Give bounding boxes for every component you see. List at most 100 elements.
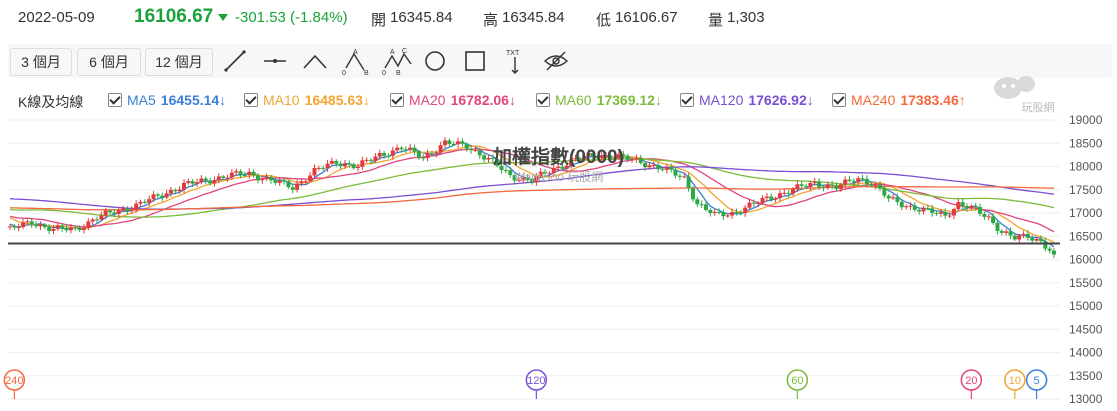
- candle-body: [947, 215, 952, 217]
- candle-body: [182, 182, 186, 190]
- candle-body: [447, 140, 452, 145]
- candle-body: [477, 150, 482, 156]
- candle-body: [917, 209, 922, 212]
- legend-ma20[interactable]: MA20 16782.06↓: [390, 92, 516, 108]
- candle-body: [438, 145, 443, 153]
- horizontal-line-tool-icon[interactable]: [262, 48, 288, 74]
- candle-body: [1052, 250, 1056, 255]
- candle-body: [195, 182, 200, 184]
- candle-body: [782, 192, 787, 194]
- text-tool-icon[interactable]: TXT: [502, 48, 528, 74]
- candle-body: [1025, 233, 1030, 238]
- candle-body: [590, 153, 595, 157]
- period-3m-button[interactable]: 3 個月: [10, 48, 72, 76]
- candle-body: [464, 143, 469, 149]
- candle-body: [995, 222, 1000, 231]
- period-12m-button[interactable]: 12 個月: [145, 48, 213, 76]
- checkbox-icon[interactable]: [536, 93, 550, 107]
- checkbox-icon[interactable]: [244, 93, 258, 107]
- candle-body: [303, 181, 308, 183]
- candle-body: [830, 184, 835, 186]
- circle-tool-icon[interactable]: [422, 48, 448, 74]
- legend-ma5[interactable]: MA5 16455.14↓: [108, 92, 226, 108]
- candle-body: [525, 177, 530, 180]
- legend-ma120[interactable]: MA120 17626.92↓: [680, 92, 814, 108]
- legend-ma60[interactable]: MA60 17369.12↓: [536, 92, 662, 108]
- candle-body: [234, 171, 239, 173]
- candle-body: [586, 153, 591, 156]
- candle-body: [660, 169, 665, 171]
- candle-body: [247, 171, 252, 176]
- candle-body: [138, 201, 143, 204]
- candle-body: [103, 210, 108, 216]
- svg-text:A: A: [390, 49, 395, 56]
- candle-body: [269, 176, 273, 181]
- candle-body: [638, 158, 643, 163]
- candle-body: [73, 227, 78, 229]
- candle-body: [817, 181, 822, 187]
- candle-body: [460, 141, 465, 144]
- candle-body: [695, 199, 700, 205]
- candle-body: [360, 160, 365, 167]
- volume-label: 量: [708, 12, 724, 29]
- candle-body: [573, 158, 578, 160]
- ma-marker-label: 240: [5, 375, 23, 387]
- candle-body: [1038, 238, 1043, 242]
- candle-body: [408, 147, 413, 150]
- checkbox-icon[interactable]: [832, 93, 846, 107]
- candle-body: [142, 201, 147, 203]
- candle-body: [986, 216, 991, 218]
- quote-date: 2022-05-09: [18, 9, 95, 26]
- high-label: 高: [483, 12, 499, 29]
- legend-ma240[interactable]: MA240 17383.46↑: [832, 92, 966, 108]
- candlestick-chart[interactable]: 19000 18500 18000 17500 17000 16500 16000 15500…: [0, 112, 1117, 411]
- checkbox-icon[interactable]: [680, 93, 694, 107]
- line-tool-icon[interactable]: [222, 48, 248, 74]
- legend-ma10[interactable]: MA10 16485.63↓: [244, 92, 370, 108]
- hide-icon[interactable]: [542, 48, 569, 74]
- candle-body: [86, 221, 91, 228]
- candle-body: [690, 188, 695, 200]
- candle-body: [656, 164, 661, 170]
- candle-body: [878, 184, 882, 189]
- y-tick-label: 13500: [1069, 369, 1103, 383]
- low-label: 低: [596, 12, 612, 29]
- checkbox-icon[interactable]: [390, 93, 404, 107]
- abc-pattern-tool-icon[interactable]: A B 0: [342, 48, 369, 77]
- open-value: 16345.84: [390, 9, 453, 26]
- rectangle-tool-icon[interactable]: [462, 48, 488, 74]
- candle-body: [42, 224, 47, 228]
- angle-tool-icon[interactable]: [302, 48, 328, 74]
- candle-body: [395, 147, 400, 151]
- candle-body: [912, 205, 917, 210]
- candle-body: [147, 199, 152, 203]
- candle-body: [717, 211, 722, 213]
- candle-body: [403, 149, 408, 151]
- candle-body: [712, 211, 717, 213]
- svg-text:A: A: [353, 49, 358, 56]
- candle-body: [777, 193, 782, 199]
- candle-body: [221, 176, 226, 178]
- candle-body: [708, 209, 713, 213]
- candle-body: [55, 225, 60, 229]
- candle-body: [747, 202, 752, 208]
- svg-text:B: B: [396, 70, 401, 76]
- candle-body: [908, 205, 913, 207]
- ma-marker-label: 120: [527, 375, 545, 387]
- period-6m-button[interactable]: 6 個月: [77, 48, 141, 76]
- candle-body: [134, 203, 139, 210]
- candle-body: [773, 198, 778, 200]
- checkbox-icon[interactable]: [108, 93, 122, 107]
- y-tick-label: 17000: [1069, 206, 1103, 220]
- candle-body: [199, 178, 204, 183]
- candle-body: [456, 141, 461, 145]
- candle-body: [812, 181, 817, 183]
- candle-body: [273, 180, 278, 183]
- candle-body: [390, 150, 395, 156]
- candle-body: [21, 222, 26, 228]
- candle-body: [1008, 231, 1013, 236]
- abcd-pattern-tool-icon[interactable]: AC B 0: [382, 48, 412, 77]
- candle-body: [1012, 235, 1017, 240]
- candle-body: [173, 189, 178, 192]
- candle-body: [429, 153, 434, 155]
